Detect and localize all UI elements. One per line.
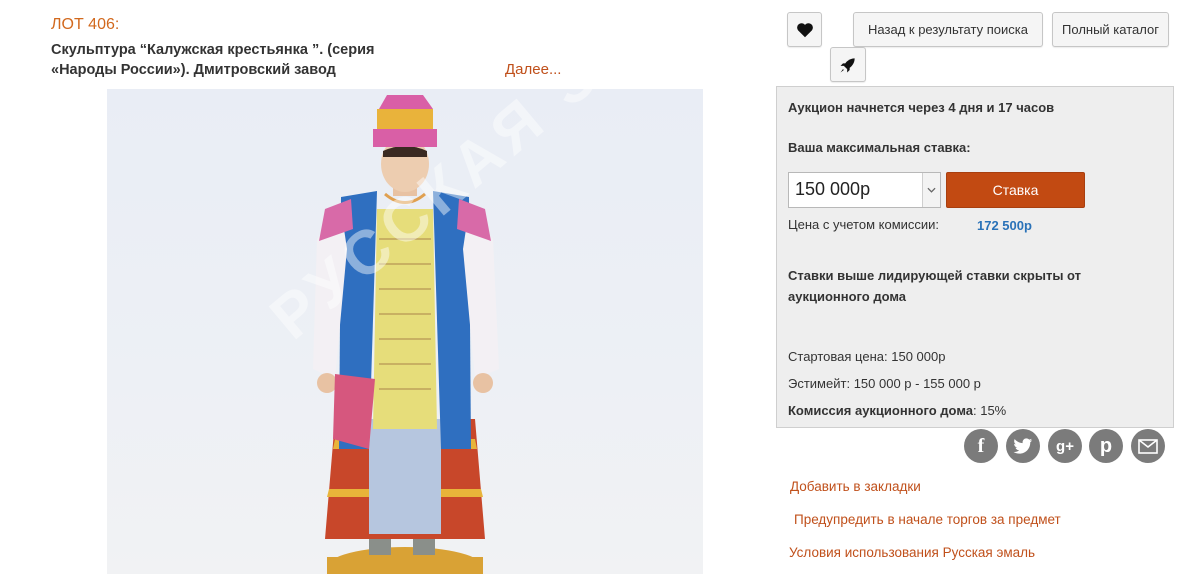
rocket-icon [840, 57, 855, 72]
terms-link[interactable]: Условия использования Русская эмаль [789, 545, 1035, 560]
more-link[interactable]: Далее... [505, 61, 561, 78]
commission-price-label: Цена с учетом комиссии: [788, 217, 940, 232]
lot-title-line-2: «Народы России»). Дмитровский завод [51, 62, 336, 78]
heart-icon [796, 22, 813, 37]
lot-title-line-1: Скульптура “Калужская крестьянка ”. (сер… [51, 42, 375, 58]
estimate-label: Эстимейт: [788, 376, 851, 391]
chevron-down-icon[interactable] [922, 173, 940, 207]
house-commission-row: Комиссия аукционного дома: 15% [788, 403, 1006, 418]
house-commission-label: Комиссия аукционного дома [788, 403, 973, 418]
add-bookmark-link[interactable]: Добавить в закладки [790, 479, 921, 494]
hidden-bids-notice: Ставки выше лидирующей ставки скрыты от … [788, 265, 1081, 307]
estimate-row: Эстимейт: 150 000 р - 155 000 р [788, 376, 981, 391]
google-plus-share-button[interactable]: g+ [1048, 429, 1082, 463]
start-price-label: Стартовая цена: [788, 349, 888, 364]
max-bid-label: Ваша максимальная ставка: [788, 140, 971, 155]
lot-number: ЛОТ 406: [51, 16, 120, 33]
hidden-bids-notice-line-2: аукционного дома [788, 289, 907, 304]
start-price-value: 150 000р [891, 349, 946, 364]
estimate-value: 150 000 р - 155 000 р [853, 376, 981, 391]
google-plus-icon: g+ [1056, 437, 1074, 455]
commission-price-value: 172 500р [977, 218, 1032, 233]
house-commission-value: : 15% [973, 403, 1007, 418]
max-bid-select[interactable]: 150 000р [788, 172, 941, 208]
notify-start-link[interactable]: Предупредить в начале торгов за предмет [794, 512, 1061, 527]
full-catalog-button[interactable]: Полный каталог [1052, 12, 1169, 47]
lot-photo[interactable]: РУССКАЯ ЭМАЛЬ [107, 89, 703, 574]
back-to-search-button[interactable]: Назад к результату поиска [853, 12, 1043, 47]
max-bid-value: 150 000р [795, 179, 871, 199]
pinterest-share-button[interactable]: p [1089, 429, 1123, 463]
facebook-icon: f [977, 434, 985, 457]
auction-panel: Аукцион начнется через 4 дня и 17 часов … [776, 86, 1174, 428]
facebook-share-button[interactable]: f [964, 429, 998, 463]
email-share-button[interactable] [1131, 429, 1165, 463]
twitter-share-button[interactable] [1006, 429, 1040, 463]
favorite-button[interactable] [787, 12, 822, 47]
rocket-button[interactable] [830, 47, 866, 82]
pinterest-icon: p [1099, 434, 1113, 457]
lot-title: Скульптура “Калужская крестьянка ”. (сер… [51, 40, 481, 80]
email-icon [1138, 438, 1158, 454]
place-bid-button[interactable]: Ставка [946, 172, 1085, 208]
figurine-image [313, 95, 499, 574]
hidden-bids-notice-line-1: Ставки выше лидирующей ставки скрыты от [788, 268, 1082, 283]
auction-start-notice: Аукцион начнется через 4 дня и 17 часов [788, 100, 1055, 115]
twitter-icon [1013, 437, 1033, 454]
start-price-row: Стартовая цена: 150 000р [788, 349, 945, 364]
